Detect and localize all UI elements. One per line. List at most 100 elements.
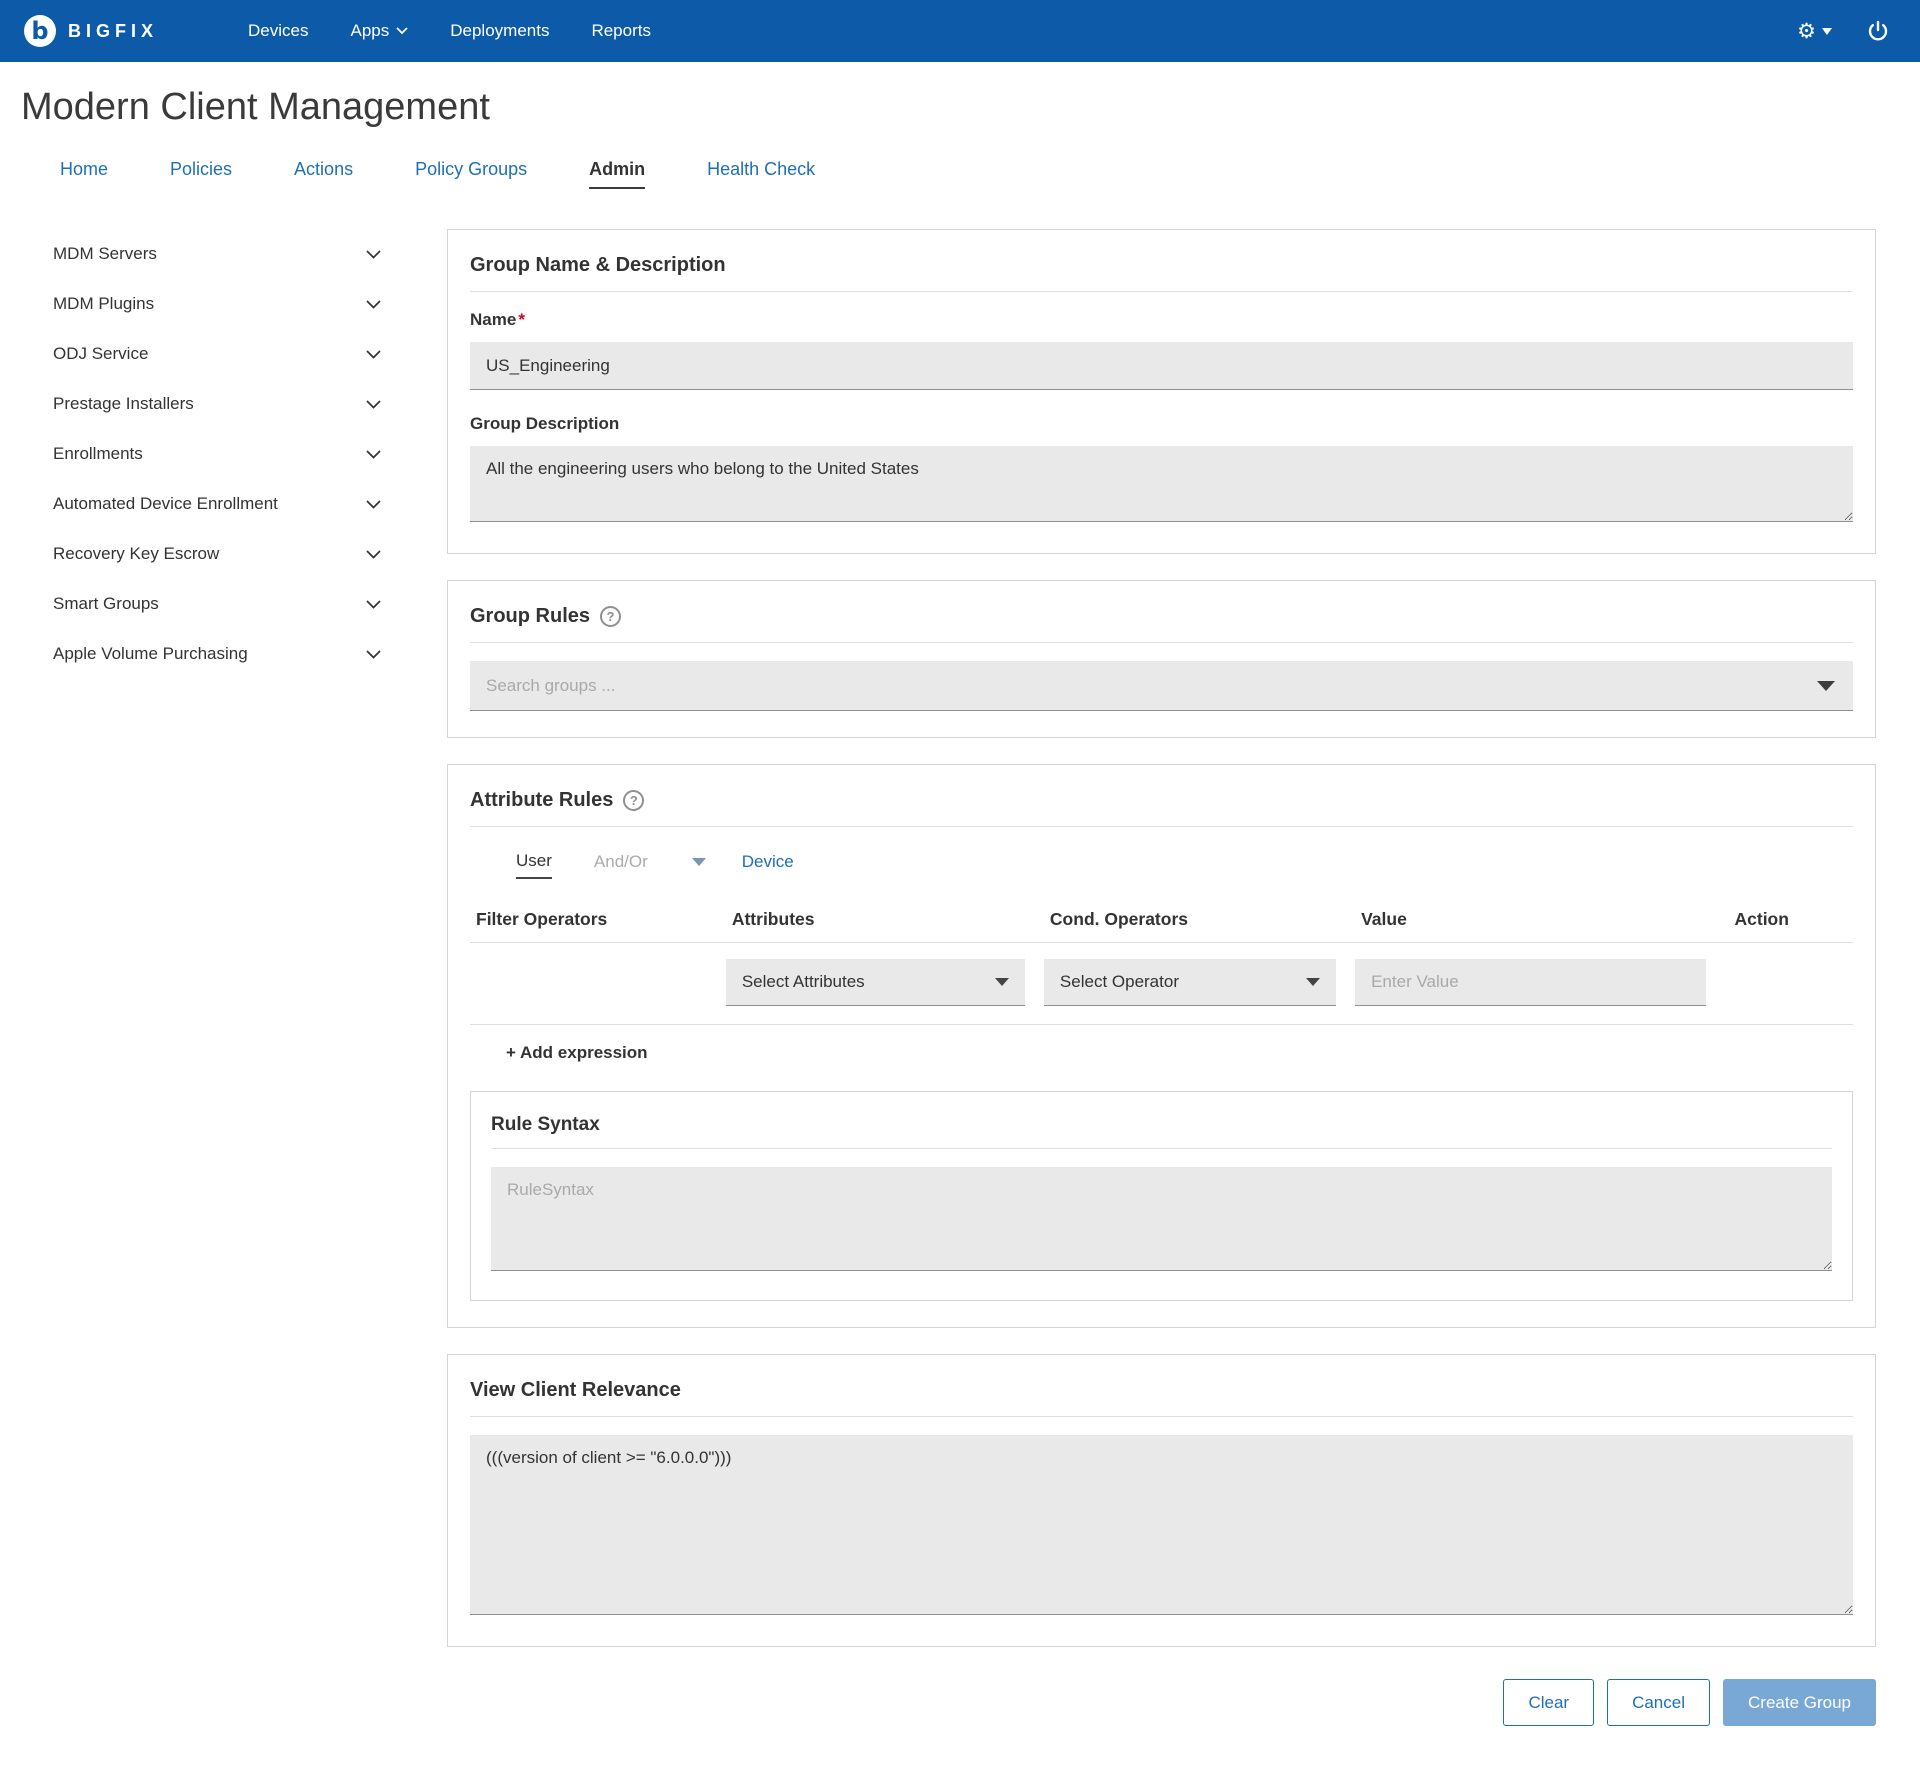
dropdown-caret-icon[interactable] <box>1817 681 1835 691</box>
tab-policies[interactable]: Policies <box>170 159 232 189</box>
primary-nav: Devices Apps Deployments Reports <box>206 21 651 41</box>
name-label-text: Name <box>470 310 516 329</box>
name-label: Name* <box>470 310 1853 330</box>
group-search-input[interactable] <box>470 661 1853 711</box>
column-filter-operators: Filter Operators <box>470 899 726 942</box>
power-icon <box>1866 19 1890 43</box>
sidebar-item-label: Smart Groups <box>53 594 159 614</box>
page-tabs: Home Policies Actions Policy Groups Admi… <box>0 129 1920 189</box>
sidebar-item-apple-volume-purchasing[interactable]: Apple Volume Purchasing <box>53 629 385 679</box>
nav-item-apps-label: Apps <box>350 21 389 41</box>
andor-label: And/Or <box>594 852 648 872</box>
page-title: Modern Client Management <box>21 86 1920 129</box>
value-input[interactable] <box>1355 959 1706 1006</box>
main-form: Group Name & Description Name* Group Des… <box>447 229 1876 1673</box>
top-navbar: b BIGFIX Devices Apps Deployments Report… <box>0 0 1920 62</box>
sidebar-item-enrollments[interactable]: Enrollments <box>53 429 385 479</box>
client-relevance-textarea[interactable]: (((version of client >= "6.0.0.0"))) <box>470 1435 1853 1615</box>
bigfix-logo-icon: b <box>24 15 56 47</box>
nav-item-deployments[interactable]: Deployments <box>450 21 549 41</box>
sidebar-item-label: MDM Servers <box>53 244 157 264</box>
tab-admin[interactable]: Admin <box>589 159 645 189</box>
chevron-down-icon <box>366 650 381 659</box>
sidebar-item-prestage-installers[interactable]: Prestage Installers <box>53 379 385 429</box>
chevron-down-icon <box>995 978 1009 986</box>
admin-sidebar: MDM Servers MDM Plugins ODJ Service Pres… <box>53 229 385 1673</box>
clear-button[interactable]: Clear <box>1503 1679 1594 1726</box>
chevron-down-icon <box>366 500 381 509</box>
sidebar-item-label: ODJ Service <box>53 344 148 364</box>
tab-user[interactable]: User <box>516 851 552 879</box>
rule-syntax-textarea[interactable] <box>491 1167 1832 1271</box>
group-description-label: Group Description <box>470 414 1853 434</box>
chevron-down-icon <box>366 450 381 459</box>
divider <box>470 642 1853 643</box>
nav-item-reports[interactable]: Reports <box>591 21 651 41</box>
tab-policy-groups[interactable]: Policy Groups <box>415 159 527 189</box>
operator-select-value: Select Operator <box>1060 972 1179 992</box>
sidebar-item-smart-groups[interactable]: Smart Groups <box>53 579 385 629</box>
sidebar-item-label: Enrollments <box>53 444 143 464</box>
sidebar-item-mdm-plugins[interactable]: MDM Plugins <box>53 279 385 329</box>
chevron-down-icon <box>366 300 381 309</box>
sidebar-item-label: Apple Volume Purchasing <box>53 644 248 664</box>
required-marker: * <box>518 310 525 329</box>
add-expression-link[interactable]: + Add expression <box>506 1043 648 1063</box>
sidebar-item-odj-service[interactable]: ODJ Service <box>53 329 385 379</box>
divider <box>470 291 1853 292</box>
tab-device[interactable]: Device <box>742 852 794 878</box>
sidebar-item-label: Automated Device Enrollment <box>53 494 278 514</box>
chevron-down-icon <box>692 858 706 866</box>
sidebar-item-label: Prestage Installers <box>53 394 194 414</box>
chevron-down-icon <box>366 600 381 609</box>
bigfix-brand[interactable]: b BIGFIX <box>24 15 158 47</box>
tab-actions[interactable]: Actions <box>294 159 353 189</box>
column-value: Value <box>1355 899 1728 942</box>
group-name-description-title: Group Name & Description <box>470 254 1853 277</box>
create-group-button[interactable]: Create Group <box>1723 1679 1876 1726</box>
sidebar-item-automated-device-enrollment[interactable]: Automated Device Enrollment <box>53 479 385 529</box>
column-cond-operators: Cond. Operators <box>1044 899 1355 942</box>
attribute-rule-row: Select Attributes Select Operator <box>470 943 1853 1024</box>
attributes-select[interactable]: Select Attributes <box>726 959 1025 1006</box>
logout-button[interactable] <box>1866 19 1890 43</box>
chevron-down-icon <box>1306 978 1320 986</box>
gear-icon: ⚙ <box>1797 21 1816 42</box>
column-attributes: Attributes <box>726 899 1044 942</box>
tab-home[interactable]: Home <box>60 159 108 189</box>
chevron-down-icon <box>366 250 381 259</box>
group-name-input[interactable] <box>470 342 1853 390</box>
tab-health-check[interactable]: Health Check <box>707 159 815 189</box>
attribute-rules-header-row: Filter Operators Attributes Cond. Operat… <box>470 899 1853 942</box>
help-icon[interactable]: ? <box>623 790 644 811</box>
divider <box>470 1416 1853 1417</box>
attribute-rules-panel: Attribute Rules ? User And/Or Device Fil… <box>447 764 1876 1328</box>
attribute-rules-tabs: User And/Or Device <box>470 845 1853 899</box>
brand-name: BIGFIX <box>68 21 158 42</box>
divider <box>470 826 1853 827</box>
sidebar-item-label: MDM Plugins <box>53 294 154 314</box>
chevron-down-icon <box>1822 28 1832 35</box>
rule-syntax-title: Rule Syntax <box>491 1114 1832 1136</box>
divider <box>470 1024 1853 1025</box>
attribute-rules-title: Attribute Rules <box>470 789 613 812</box>
column-action: Action <box>1729 899 1853 942</box>
group-name-description-panel: Group Name & Description Name* Group Des… <box>447 229 1876 554</box>
chevron-down-icon <box>366 550 381 559</box>
footer-actions: Clear Cancel Create Group <box>0 1679 1876 1726</box>
settings-menu[interactable]: ⚙ <box>1797 21 1832 42</box>
group-rules-title: Group Rules <box>470 605 590 628</box>
andor-dropdown[interactable]: And/Or <box>594 852 706 878</box>
help-icon[interactable]: ? <box>600 606 621 627</box>
nav-item-devices[interactable]: Devices <box>248 21 308 41</box>
cancel-button[interactable]: Cancel <box>1607 1679 1710 1726</box>
operator-select[interactable]: Select Operator <box>1044 959 1337 1006</box>
attributes-select-value: Select Attributes <box>742 972 865 992</box>
chevron-down-icon <box>366 400 381 409</box>
sidebar-item-mdm-servers[interactable]: MDM Servers <box>53 229 385 279</box>
divider <box>491 1148 1832 1149</box>
group-description-textarea[interactable]: All the engineering users who belong to … <box>470 446 1853 522</box>
sidebar-item-label: Recovery Key Escrow <box>53 544 219 564</box>
nav-item-apps[interactable]: Apps <box>350 21 408 41</box>
sidebar-item-recovery-key-escrow[interactable]: Recovery Key Escrow <box>53 529 385 579</box>
